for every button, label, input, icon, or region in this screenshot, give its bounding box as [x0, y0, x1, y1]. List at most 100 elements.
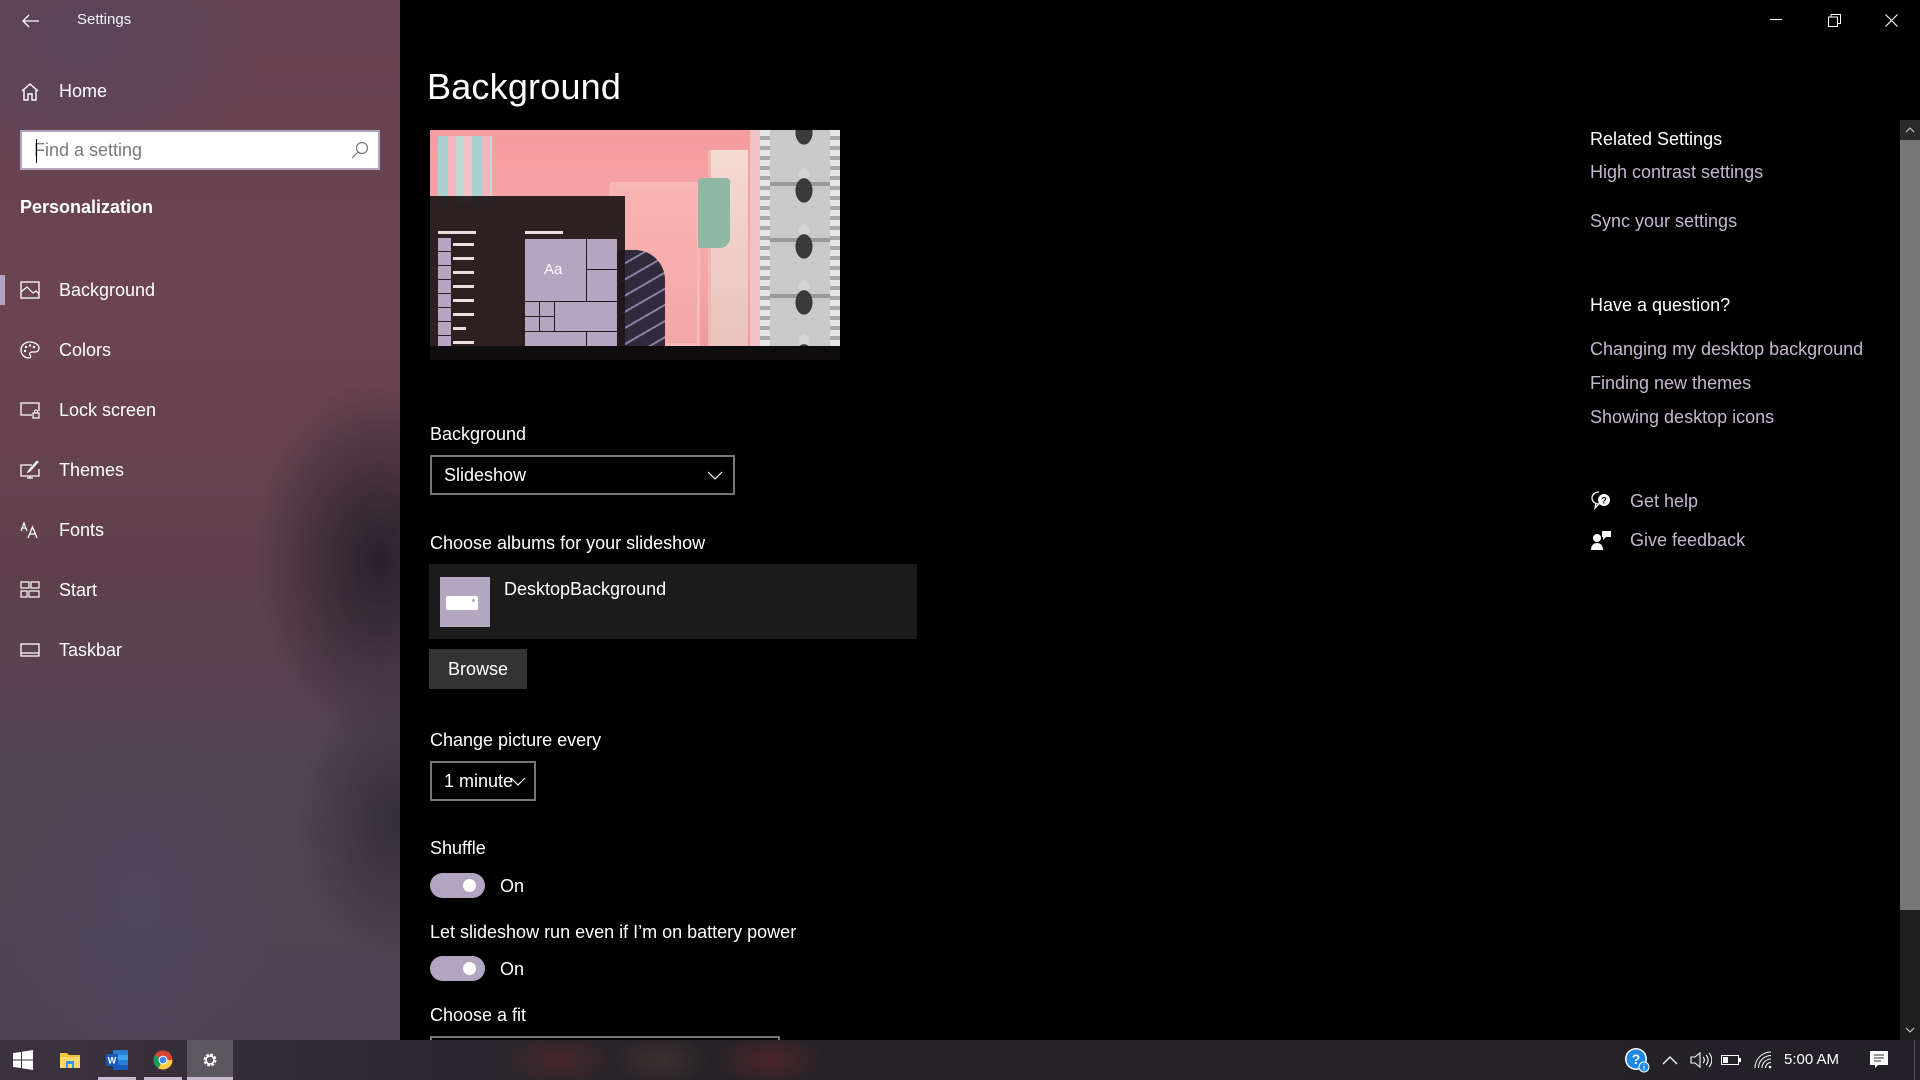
mock-tile [587, 239, 617, 269]
mock-square [438, 266, 451, 279]
show-desktop-button[interactable] [1914, 1040, 1920, 1080]
tray-volume[interactable] [1688, 1040, 1714, 1080]
mock-square [438, 252, 451, 265]
wifi-icon [1754, 1051, 1772, 1069]
app-title: Settings [77, 11, 132, 28]
film-shot [784, 276, 824, 320]
sidebar-item-start[interactable]: Start [0, 560, 400, 620]
sidebar-item-fonts[interactable]: Fonts [0, 500, 400, 560]
taskbar-settings[interactable] [187, 1040, 233, 1080]
album-name: DesktopBackground [504, 579, 667, 599]
section-heading: Personalization [20, 197, 154, 217]
battery-icon [1721, 1055, 1741, 1065]
mock-tile [587, 332, 617, 346]
taskbar-word[interactable]: W [94, 1040, 140, 1080]
fonts-icon [20, 521, 38, 539]
search-input[interactable] [34, 138, 334, 162]
browse-button[interactable]: Browse [429, 649, 527, 689]
lock-screen-icon [20, 402, 40, 419]
tray-battery[interactable] [1718, 1040, 1744, 1080]
volume-icon [1690, 1052, 1712, 1068]
film-shot [784, 130, 824, 150]
start-tiles-icon [20, 581, 40, 598]
mock-bar [453, 243, 474, 246]
svg-text:i: i [1643, 1065, 1645, 1072]
mock-bar [453, 299, 474, 302]
minimize-button[interactable] [1747, 0, 1805, 40]
shuffle-toggle[interactable] [430, 873, 485, 898]
shuffle-state: On [500, 876, 525, 896]
give-feedback-link[interactable]: Give feedback [1630, 530, 1745, 551]
sidebar-item-colors[interactable]: Colors [0, 320, 400, 380]
tray-overflow[interactable] [1658, 1040, 1682, 1080]
action-center-button[interactable] [1864, 1040, 1894, 1080]
preview-towel [698, 178, 730, 248]
sidebar-item-label: Taskbar [59, 640, 123, 660]
themes-brush-icon [20, 461, 40, 479]
film-shot [784, 220, 824, 264]
start-button[interactable] [0, 1040, 46, 1080]
link-desktop-icons[interactable]: Showing desktop icons [1590, 407, 1774, 428]
search-box[interactable] [20, 130, 380, 170]
search-icon[interactable] [350, 140, 370, 160]
sidebar-item-background[interactable]: Background [0, 260, 400, 320]
link-high-contrast[interactable]: High contrast settings [1590, 162, 1763, 183]
link-changing-background[interactable]: Changing my desktop background [1590, 339, 1863, 360]
background-dropdown-value: Slideshow [444, 465, 527, 485]
background-label: Background [430, 424, 527, 444]
chevron-down-icon [707, 471, 723, 480]
action-center-icon [1870, 1051, 1888, 1068]
nav-home[interactable]: Home [0, 72, 400, 112]
get-help-link[interactable]: Get help [1630, 491, 1698, 512]
drive-icon [446, 596, 478, 610]
main-content: Background Aa Background Slideshow Choos… [400, 0, 1920, 1040]
background-preview: Aa [430, 130, 840, 346]
toggle-knob [463, 962, 476, 975]
sidebar-item-lock-screen[interactable]: Lock screen [0, 380, 400, 440]
sidebar-item-label: Lock screen [59, 400, 157, 420]
mock-bar [453, 313, 474, 316]
mock-bar [453, 327, 466, 330]
film-edge [760, 130, 770, 346]
chrome-icon [153, 1050, 173, 1070]
scroll-down-button[interactable] [1900, 1020, 1920, 1040]
film-shot [784, 330, 824, 346]
interval-label: Change picture every [430, 730, 602, 750]
sidebar-item-taskbar[interactable]: Taskbar [0, 620, 400, 680]
sidebar-item-themes[interactable]: Themes [0, 440, 400, 500]
related-heading: Related Settings [1590, 129, 1723, 149]
mock-bar [525, 231, 563, 234]
fit-label: Choose a fit [430, 1005, 527, 1025]
page-title: Background [427, 66, 622, 107]
taskbar-clock[interactable]: 5:00 AM [1784, 1051, 1839, 1068]
battery-label: Let slideshow run even if I’m on battery… [430, 922, 797, 942]
chevron-down-icon [510, 777, 526, 786]
back-button[interactable] [14, 6, 48, 36]
album-item[interactable]: DesktopBackground [429, 564, 917, 639]
shuffle-label: Shuffle [430, 838, 486, 858]
palette-icon [20, 341, 40, 359]
scroll-up-button[interactable] [1900, 120, 1920, 140]
mock-square [438, 280, 451, 293]
tray-wifi[interactable] [1750, 1040, 1776, 1080]
scroll-thumb[interactable] [1900, 140, 1920, 910]
gear-icon [203, 1053, 217, 1067]
close-button[interactable] [1862, 0, 1920, 40]
mock-square [438, 238, 451, 251]
interval-dropdown[interactable]: 1 minute [430, 761, 536, 801]
link-sync-settings[interactable]: Sync your settings [1590, 211, 1737, 232]
link-finding-themes[interactable]: Finding new themes [1590, 373, 1751, 394]
battery-toggle[interactable] [430, 956, 485, 981]
restore-button[interactable] [1805, 0, 1863, 40]
mock-square [438, 308, 451, 321]
mock-tile [587, 270, 617, 301]
vertical-scrollbar[interactable] [1900, 120, 1920, 1040]
mock-tile [555, 302, 617, 331]
taskbar-file-explorer[interactable] [47, 1040, 93, 1080]
mock-tile: Aa [525, 239, 586, 301]
taskbar-chrome[interactable] [140, 1040, 186, 1080]
preview-sample-text: Aa [544, 261, 563, 278]
background-dropdown[interactable]: Slideshow [430, 455, 735, 495]
folder-icon [60, 1053, 80, 1068]
tray-help[interactable]: ? i [1622, 1040, 1652, 1080]
